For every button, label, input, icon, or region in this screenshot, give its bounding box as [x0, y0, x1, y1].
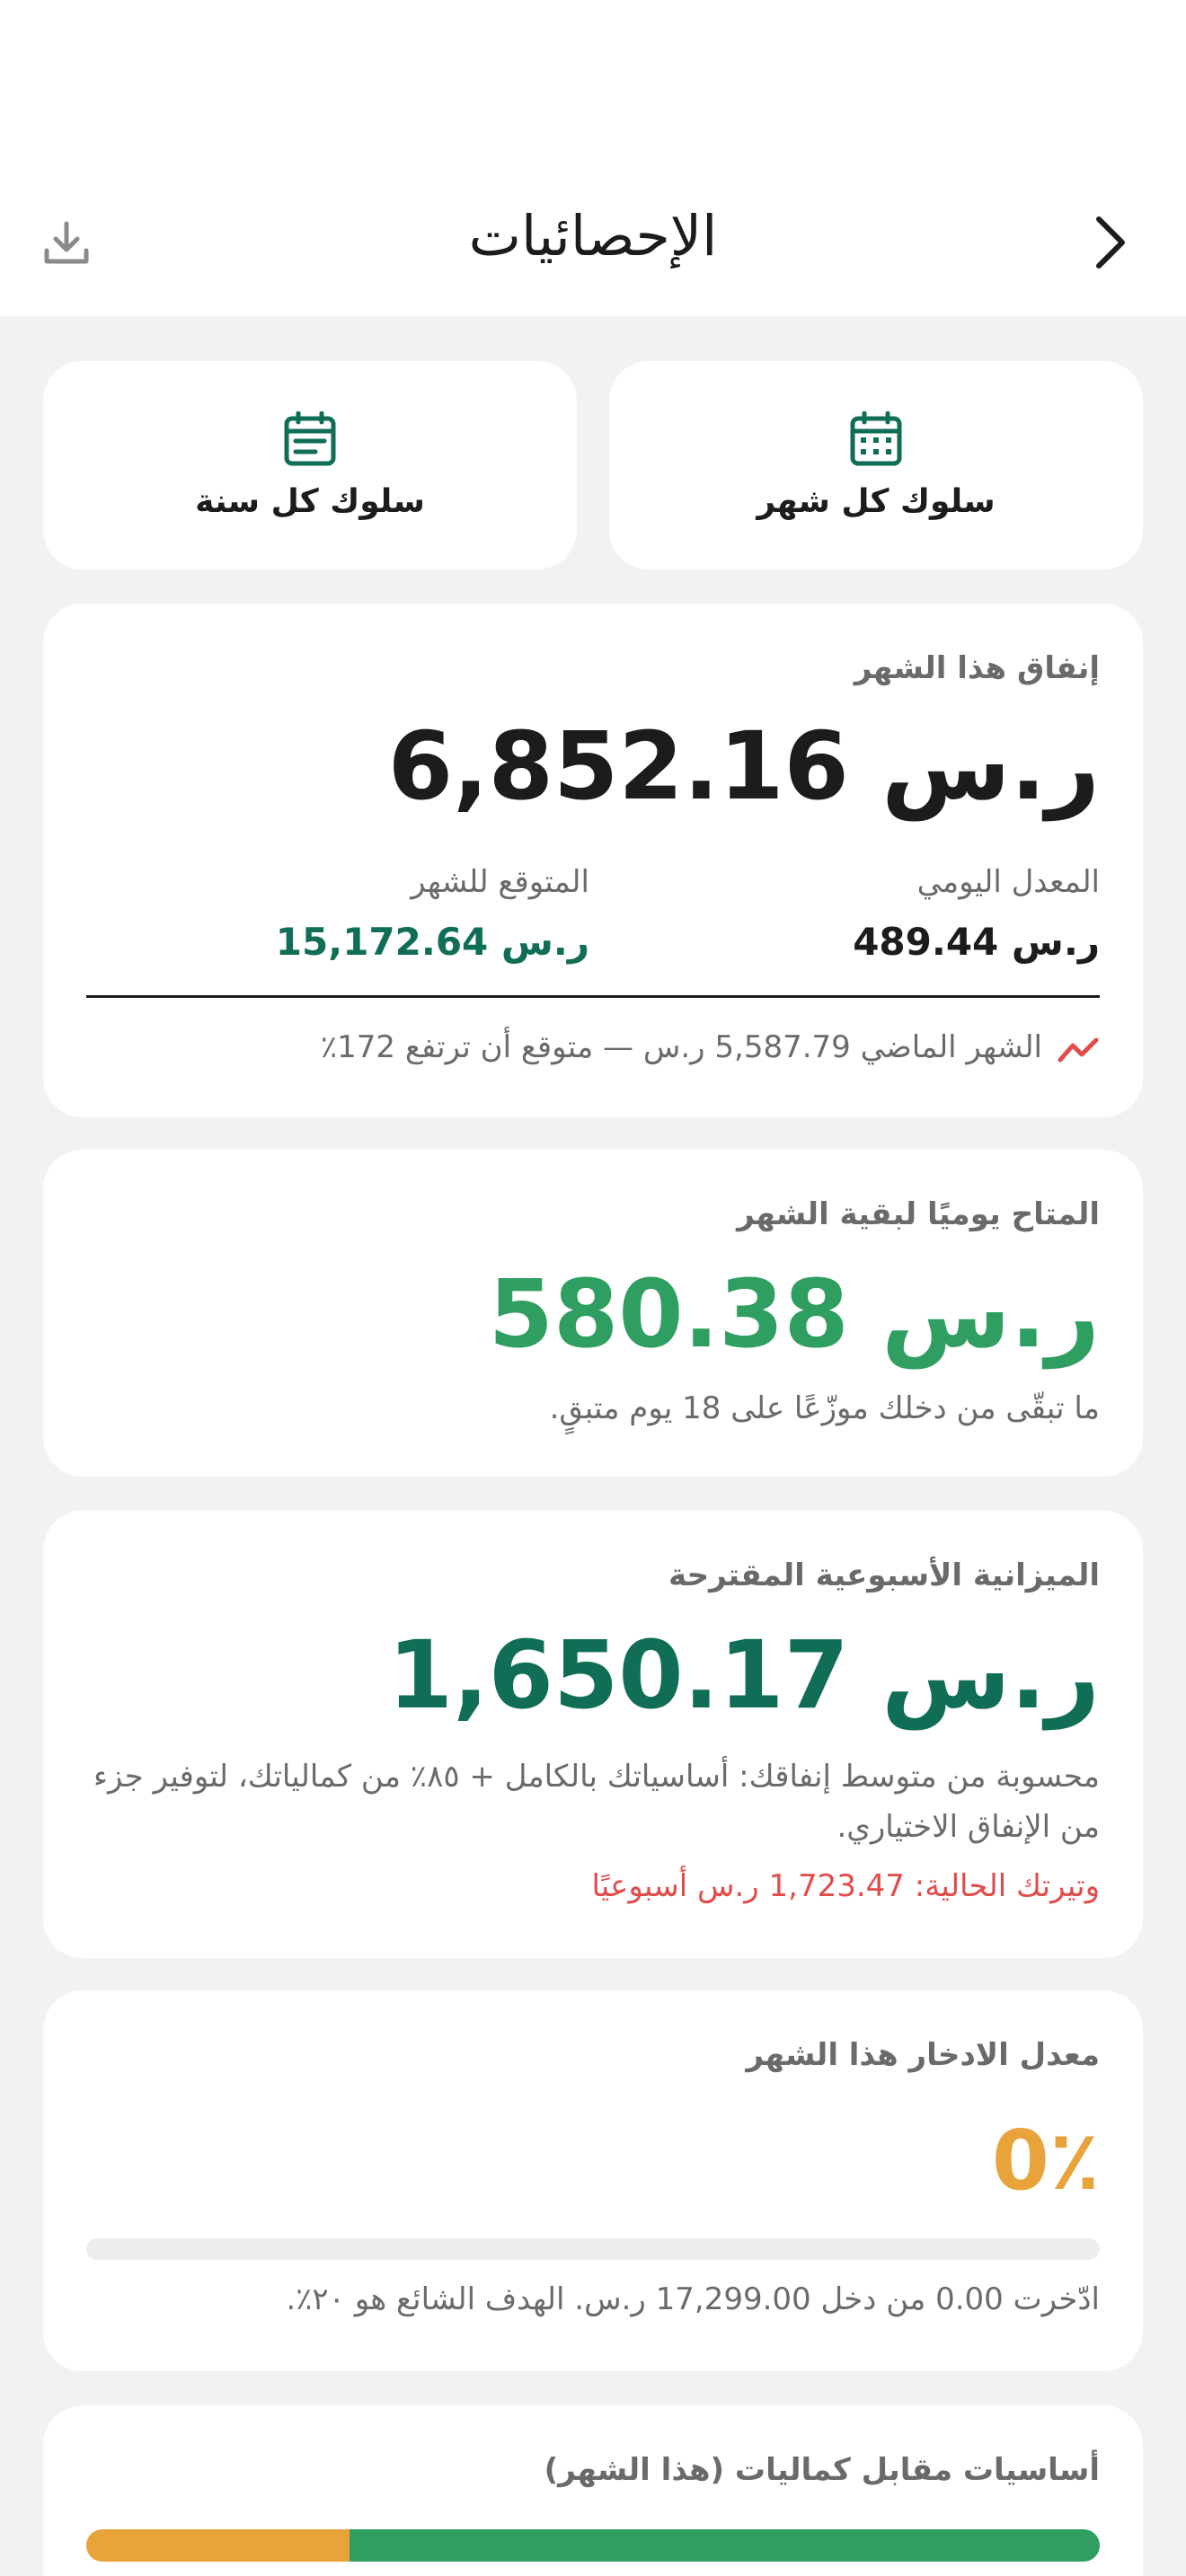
weekly-amount: 1,650.17 ر.س — [387, 1620, 1100, 1730]
savings-rate-card: معدل الادخار هذا الشهر 0٪ ادّخرت 0.00 من… — [43, 1990, 1143, 2371]
essentials-segment — [350, 2529, 1100, 2562]
download-button[interactable] — [32, 208, 101, 277]
forecast-label: المتوقع للشهر — [411, 864, 589, 900]
essentials-title: أساسيات مقابل كماليات (هذا الشهر) — [544, 2452, 1100, 2488]
page-title: الإحصائيات — [468, 203, 718, 269]
available-title: المتاح يوميًا لبقية الشهر — [737, 1196, 1100, 1232]
trend-up-icon — [1058, 1037, 1099, 1063]
savings-title: معدل الادخار هذا الشهر — [746, 2037, 1100, 2073]
essentials-bar — [86, 2529, 1100, 2562]
spending-amount: 6,852.16 ر.س — [387, 711, 1100, 821]
weekly-current-rate: وتيرتك الحالية: 1,723.47 ر.س أسبوعيًا — [591, 1868, 1100, 1904]
monthly-behavior-label: سلوك كل شهر — [757, 482, 996, 520]
month-comparison: الشهر الماضي 5,587.79 ر.س — متوقع أن ترت… — [320, 1029, 1042, 1065]
daily-average-label: المعدل اليومي — [916, 864, 1100, 900]
savings-progress-track — [86, 2238, 1100, 2260]
calendar-grid-icon — [850, 410, 902, 465]
chevron-right-icon — [1096, 216, 1125, 269]
available-note: ما تبقّى من دخلك موزّعًا على 18 يوم متبق… — [549, 1390, 1100, 1426]
monthly-spending-card: إنفاق هذا الشهر 6,852.16 ر.س المعدل اليو… — [43, 604, 1143, 1117]
weekly-title: الميزانية الأسبوعية المقترحة — [668, 1557, 1100, 1593]
divider — [86, 995, 1100, 998]
available-amount: 580.38 ر.س — [488, 1259, 1100, 1369]
savings-rate: 0٪ — [991, 2113, 1100, 2209]
daily-available-card: المتاح يوميًا لبقية الشهر 580.38 ر.س ما … — [43, 1150, 1143, 1477]
back-button[interactable] — [1078, 207, 1141, 278]
forecast-value: 15,172.64 ر.س — [275, 920, 589, 964]
spending-title: إنفاق هذا الشهر — [854, 650, 1100, 686]
essentials-vs-luxuries-card: أساسيات مقابل كماليات (هذا الشهر) — [43, 2405, 1143, 2576]
header: الإحصائيات — [0, 0, 1186, 316]
daily-average-value: 489.44 ر.س — [853, 920, 1100, 964]
monthly-behavior-button[interactable]: سلوك كل شهر — [609, 361, 1143, 569]
download-icon — [44, 221, 89, 264]
weekly-budget-card: الميزانية الأسبوعية المقترحة 1,650.17 ر.… — [43, 1511, 1143, 1958]
statistics-screen: الإحصائيات سلوك كل شهر سلوك كل سنة إنفاق… — [0, 0, 1186, 2576]
savings-note: ادّخرت 0.00 من دخل 17,299.00 ر.س. الهدف … — [286, 2281, 1100, 2317]
yearly-behavior-button[interactable]: سلوك كل سنة — [43, 361, 577, 569]
yearly-behavior-label: سلوك كل سنة — [195, 482, 425, 520]
luxuries-segment — [86, 2529, 350, 2562]
calendar-list-icon — [284, 410, 336, 465]
weekly-note: محسوبة من متوسط إنفاقك: أساسياتك بالكامل… — [93, 1759, 1100, 1845]
